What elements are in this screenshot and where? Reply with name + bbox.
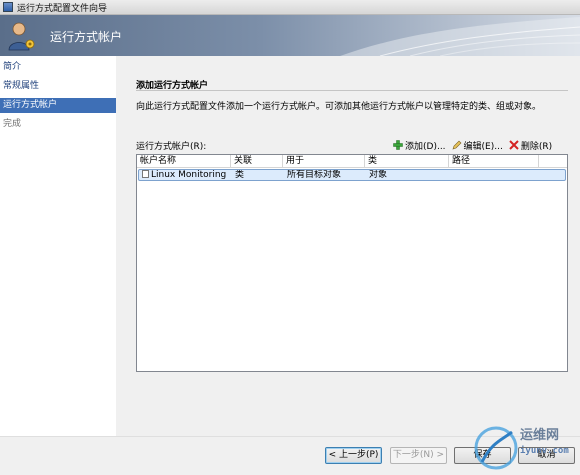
watermark-text-cn: 运维网 (520, 428, 560, 443)
title-bar: 运行方式配置文件向导 (0, 0, 580, 15)
next-button: 下一步(N) > (390, 447, 447, 464)
banner-title: 运行方式帐户 (50, 30, 123, 44)
wizard-banner: 运行方式帐户 (0, 15, 580, 56)
list-header: 帐户名称 关联 用于 类 路径 (137, 155, 567, 168)
delete-label: 删除(R) (520, 141, 553, 152)
sidebar-item-intro[interactable]: 简介 (0, 60, 116, 75)
cell-class: 对象 (369, 170, 388, 180)
accounts-list[interactable]: 帐户名称 关联 用于 类 路径 Linux Monitoring 类 所有目标对… (136, 154, 568, 372)
cell-used-for: 所有目标对象 (287, 170, 342, 180)
account-file-icon (142, 170, 149, 178)
app-icon (3, 2, 13, 12)
column-header-account-name[interactable]: 帐户名称 (137, 155, 231, 167)
sidebar-item-runas-accounts[interactable]: 运行方式帐户 (0, 98, 116, 113)
site-watermark: 运维网 iyunv.com (470, 418, 580, 475)
sidebar-item-complete: 完成 (3, 119, 22, 129)
pencil-icon (452, 140, 461, 150)
accounts-list-label: 运行方式帐户(R): (136, 142, 207, 152)
red-x-icon (509, 140, 519, 150)
column-header-path[interactable]: 路径 (449, 155, 539, 167)
section-divider (136, 90, 568, 91)
table-row[interactable]: Linux Monitoring 类 所有目标对象 对象 (138, 169, 566, 181)
window-title: 运行方式配置文件向导 (17, 3, 108, 14)
main-content: 添加运行方式帐户 向此运行方式配置文件添加一个运行方式帐户。可添加其他运行方式帐… (116, 56, 580, 436)
column-header-association[interactable]: 关联 (231, 155, 283, 167)
user-key-icon (8, 22, 35, 51)
list-toolbar: 添加(D)... 编辑(E)... 删除(R) (393, 138, 552, 152)
section-description: 向此运行方式配置文件添加一个运行方式帐户。可添加其他运行方式帐户以管理特定的类、… (136, 102, 542, 112)
column-header-used-for[interactable]: 用于 (283, 155, 365, 167)
add-label: 添加(D)... (405, 141, 446, 152)
watermark-text-en: iyunv.com (520, 446, 569, 456)
sidebar-item-general[interactable]: 常规属性 (0, 79, 116, 94)
prev-button[interactable]: < 上一步(P) (325, 447, 382, 464)
cell-path (450, 170, 565, 180)
add-button[interactable]: 添加(D)... (393, 139, 446, 152)
edit-label: 编辑(E)... (463, 141, 503, 152)
edit-button[interactable]: 编辑(E)... (452, 139, 503, 152)
cell-account-name: Linux Monitoring (139, 170, 232, 180)
column-header-class[interactable]: 类 (365, 155, 449, 167)
cell-association: 类 (235, 170, 245, 180)
green-plus-icon (393, 140, 403, 150)
delete-button[interactable]: 删除(R) (509, 139, 552, 152)
watermark-logo-icon (474, 426, 518, 470)
banner-wave-decoration (340, 17, 580, 56)
wizard-steps-sidebar: 简介 常规属性 运行方式帐户 完成 (0, 56, 116, 436)
